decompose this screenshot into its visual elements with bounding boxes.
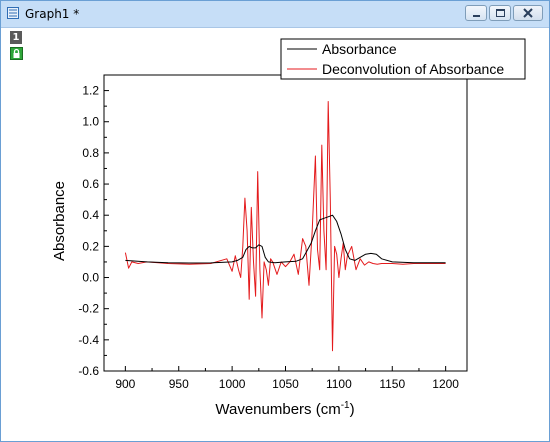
y-tick-label: -0.6 <box>78 364 99 378</box>
y-tick-label: 0.0 <box>82 271 99 285</box>
series-layer <box>124 101 446 352</box>
y-axis-title: Absorbance <box>51 181 68 261</box>
series-line-deconvolution <box>124 101 446 352</box>
x-axis-title-main: Wavenumbers (cm <box>215 401 340 418</box>
y-tick-label: 0.6 <box>82 177 99 191</box>
series-line-absorbance <box>125 214 446 264</box>
y-tick-label: 0.4 <box>82 208 99 222</box>
x-axis-title: Wavenumbers (cm-1) <box>215 400 354 418</box>
x-axis-ticks: 900 950 1000 1050 1100 1150 1200 <box>115 366 459 391</box>
x-axis-title-suffix: ) <box>350 401 355 418</box>
line-chart: -0.6 -0.4 -0.2 0.0 0.2 0.4 0.6 0.8 1.0 1.2 900 950… <box>51 38 526 418</box>
x-tick-label: 1000 <box>219 377 246 391</box>
y-tick-label: 0.2 <box>82 239 99 253</box>
legend-label-absorbance: Absorbance <box>322 41 397 57</box>
y-tick-label: 1.2 <box>82 84 99 98</box>
y-tick-label: -0.2 <box>78 302 99 316</box>
graph-window: Graph1 * 1 -0.6-0.4-0.20.00.20.40. <box>0 0 550 442</box>
legend[interactable]: Absorbance Deconvolution of Absorbance <box>280 38 526 80</box>
y-tick-label: 1.0 <box>82 115 99 129</box>
x-tick-label: 1100 <box>326 377 352 391</box>
x-tick-label: 950 <box>169 377 189 391</box>
x-tick-label: 1050 <box>272 377 299 391</box>
y-tick-label: -0.4 <box>78 333 99 347</box>
x-tick-label: 1200 <box>432 377 459 391</box>
y-tick-label: 0.8 <box>82 146 99 160</box>
legend-label-deconvolution: Deconvolution of Absorbance <box>322 61 504 77</box>
x-tick-label: 900 <box>115 377 135 391</box>
x-tick-label: 1150 <box>379 377 405 391</box>
plot-frame <box>103 74 468 372</box>
